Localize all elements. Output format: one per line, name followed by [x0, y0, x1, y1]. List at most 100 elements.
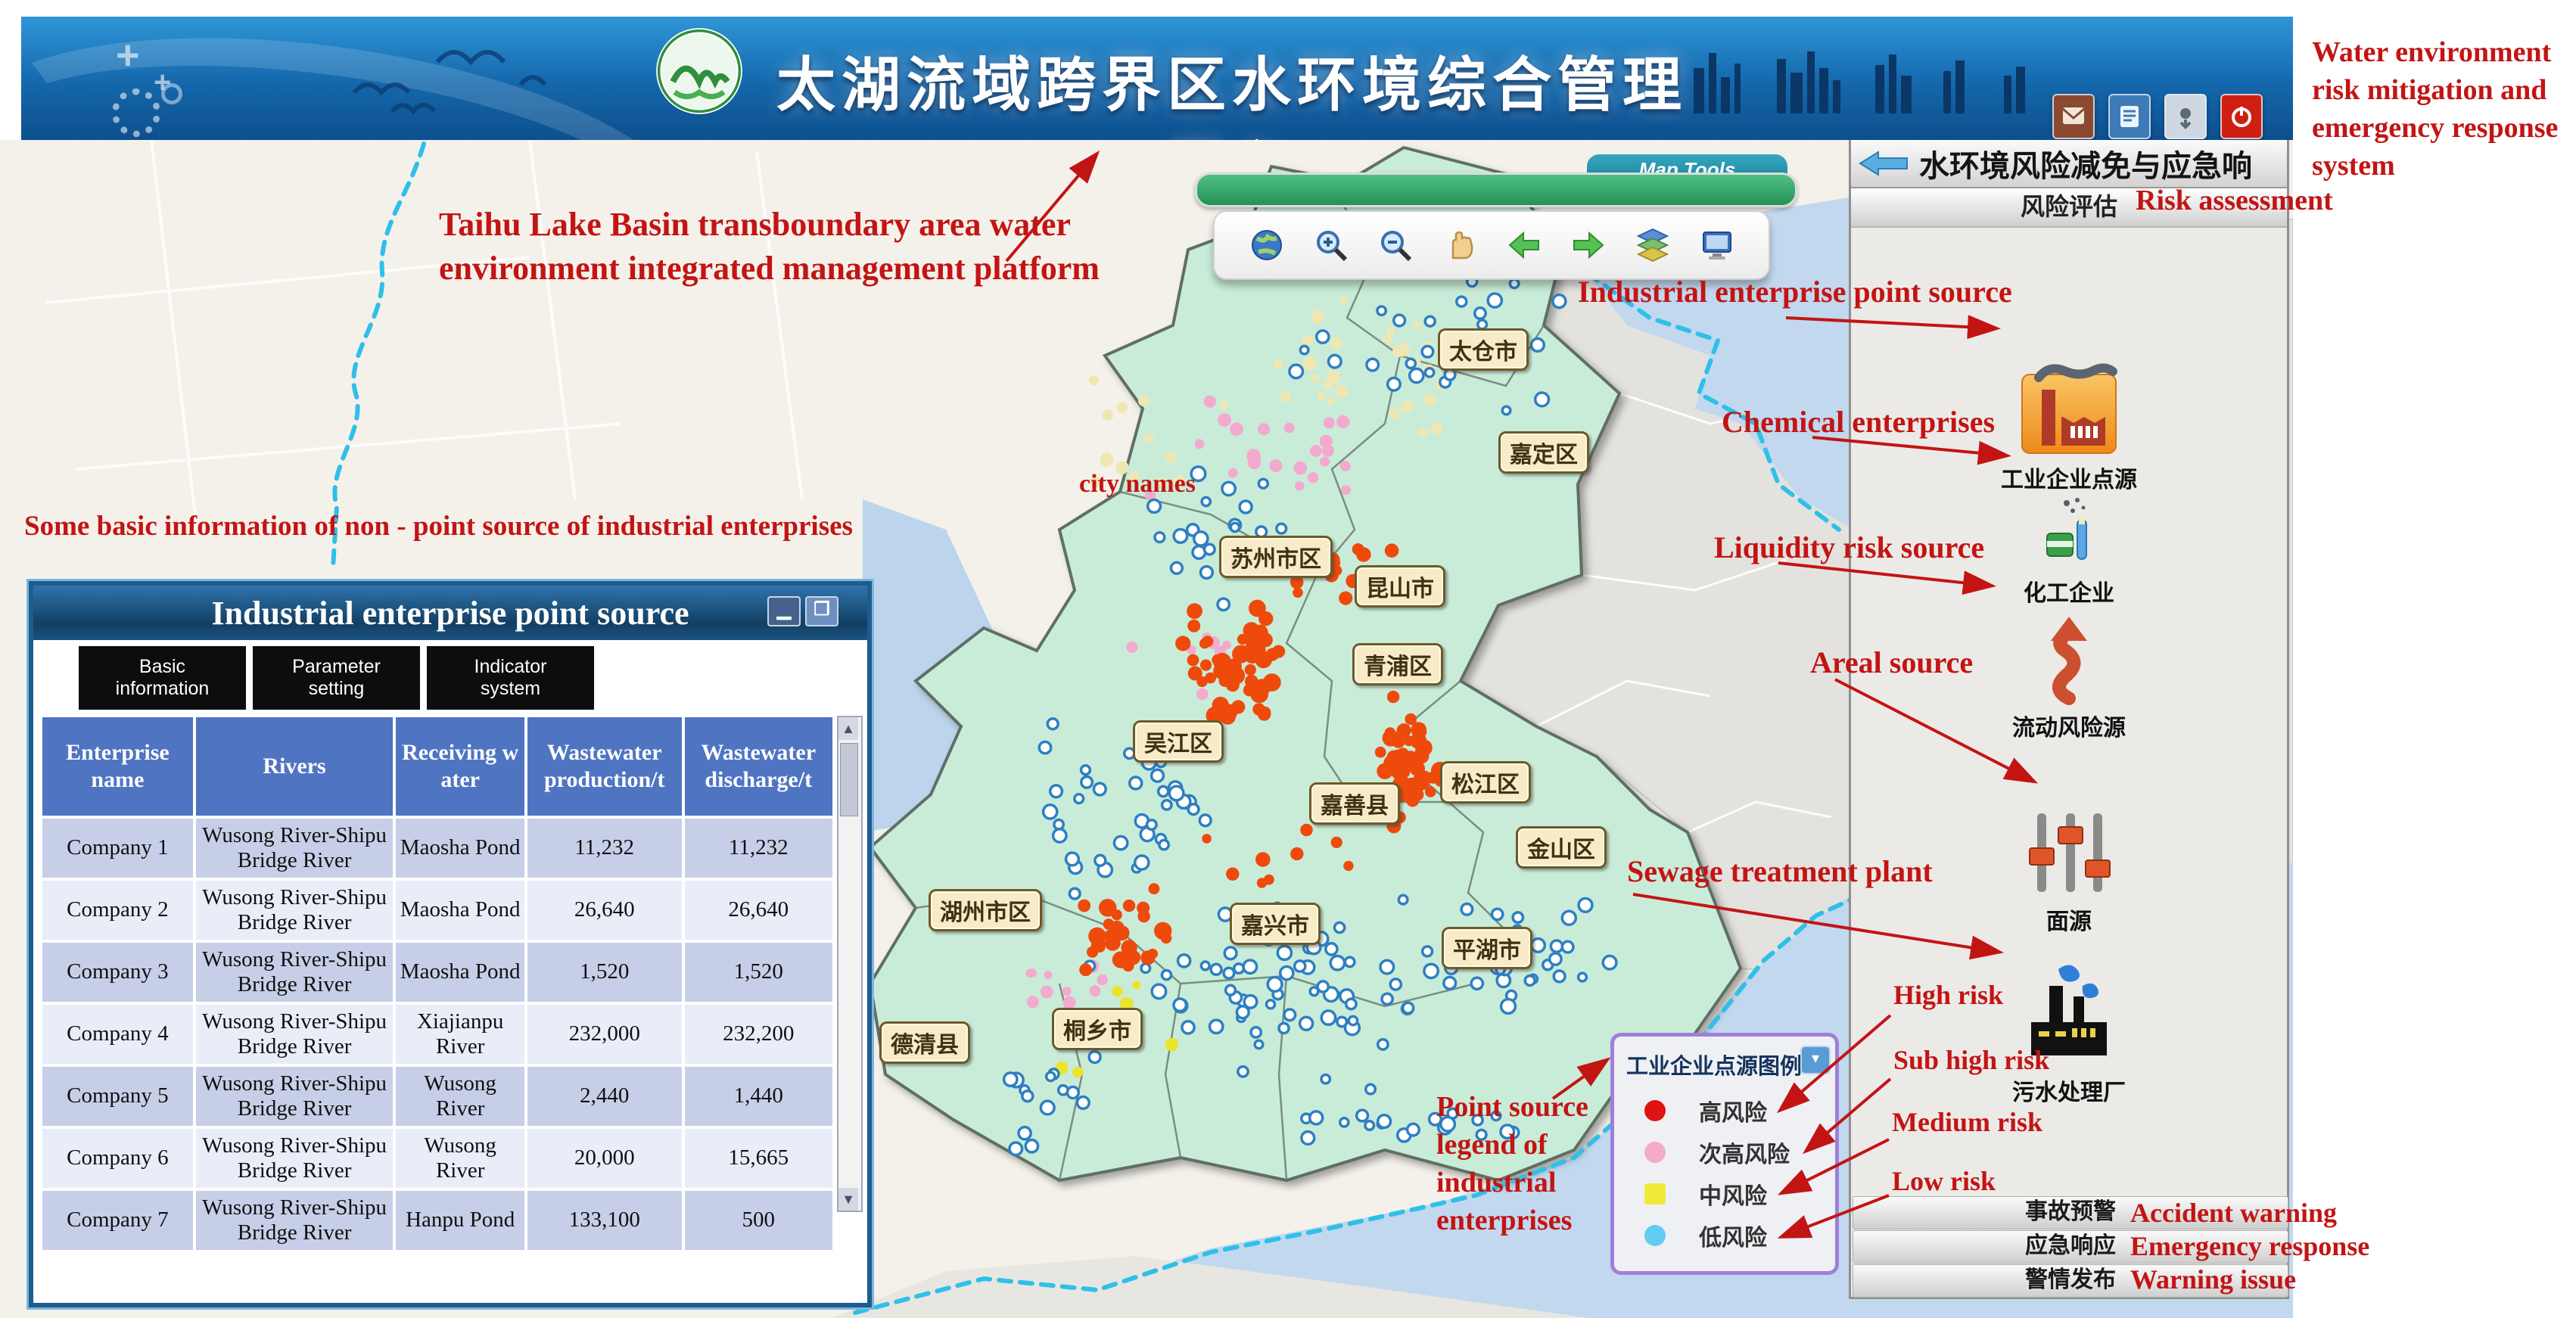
sub-high-risk-dot: [1341, 485, 1351, 495]
low-risk-dot: [1295, 961, 1305, 971]
low-risk-dot: [1398, 895, 1408, 904]
low-risk-dot: [1340, 1118, 1349, 1127]
risk-assessment-note: Risk assessment: [2136, 182, 2333, 219]
low-risk-dot: [1095, 855, 1106, 866]
enterprise-table: Enterprise nameRiversReceiving waterWast…: [39, 714, 835, 1253]
medium-risk-dot: [1112, 986, 1123, 997]
power-icon[interactable]: [2220, 94, 2263, 139]
screen-icon[interactable]: [1697, 225, 1737, 265]
high-risk-dot: [1175, 636, 1190, 651]
zoom-in-icon[interactable]: [1311, 225, 1351, 265]
table-row[interactable]: Company 6Wusong River-Shipu Bridge River…: [41, 1127, 834, 1189]
emergency-note: Emergency response: [2130, 1229, 2369, 1265]
city-label: 金山区: [1516, 826, 1607, 869]
medium-risk-dot: [1335, 384, 1349, 398]
low-risk-dot: [1390, 979, 1401, 990]
back-arrow-icon[interactable]: [1859, 150, 1910, 177]
sub-high-risk-dot: [1230, 422, 1243, 436]
back-arrow-icon[interactable]: [1504, 225, 1544, 265]
low-risk-dot: [1403, 1002, 1414, 1013]
column-header[interactable]: Rivers: [194, 716, 395, 817]
low-risk-dot: [1010, 1142, 1022, 1155]
low-risk-dot: [1174, 999, 1186, 1011]
close-button[interactable]: ❐: [805, 596, 838, 626]
high-risk-dot: [1224, 669, 1238, 683]
low-risk-dot: [1054, 820, 1063, 829]
low-risk-dot: [1310, 987, 1318, 996]
sub-high-risk-dot: [1026, 969, 1034, 978]
sub-high-risk-dot: [1218, 413, 1231, 427]
low-risk-dot: [1224, 968, 1234, 978]
message-icon[interactable]: [2052, 94, 2095, 139]
column-header[interactable]: Receiving water: [394, 716, 526, 817]
table-scrollbar[interactable]: ▲ ▼: [837, 716, 863, 1212]
table-row[interactable]: Company 5Wusong River-Shipu Bridge River…: [41, 1065, 834, 1127]
low-risk-dot: [1182, 1021, 1194, 1034]
medium-risk-dot: [1318, 392, 1326, 400]
low-risk-dot: [1388, 378, 1401, 391]
legend-circle-marker: [1644, 1142, 1666, 1163]
warning-issue-note: Warning issue: [2130, 1262, 2296, 1298]
globe-icon[interactable]: [1247, 225, 1286, 265]
high-risk-dot: [1411, 779, 1421, 790]
low-risk-dot: [1488, 294, 1501, 307]
table-cell: Maosha Pond: [394, 817, 526, 879]
low-risk-dot: [1152, 984, 1166, 999]
high-risk-dot: [1123, 900, 1135, 912]
legend-label: 低风险: [1699, 1219, 1767, 1252]
low-risk-dot: [1205, 544, 1215, 555]
column-header[interactable]: Wastewater production/t: [526, 716, 683, 817]
table-cell: Wusong River-Shipu Bridge River: [194, 1127, 395, 1189]
high-risk-dot: [1414, 748, 1430, 763]
scroll-down-icon[interactable]: ▼: [838, 1188, 858, 1211]
zoom-out-icon[interactable]: [1376, 225, 1415, 265]
app-title: 太湖流域跨界区水环境综合管理平台: [763, 38, 1701, 140]
table-row[interactable]: Company 4Wusong River-Shipu Bridge River…: [41, 1003, 834, 1065]
minimize-button[interactable]: ▁: [767, 596, 801, 626]
low-risk-dot: [1445, 369, 1455, 380]
low-risk-dot: [1210, 1020, 1223, 1033]
city-label: 嘉善县: [1309, 782, 1400, 825]
table-cell: Wusong River: [394, 1127, 526, 1189]
low-risk-dot: [1280, 967, 1293, 980]
high-risk-dot: [1202, 834, 1212, 844]
legend-title: 工业企业点源图例: [1626, 1049, 1802, 1080]
legend-collapse-button[interactable]: ▾: [1800, 1046, 1831, 1074]
tab-basic-information[interactable]: Basicinformation: [79, 646, 246, 710]
window-titlebar[interactable]: Industrial enterprise point source ▁ ❐: [33, 586, 867, 640]
download-icon[interactable]: [2164, 94, 2207, 139]
banner-quick-icons: [2052, 94, 2263, 139]
sub-high-risk-dot: [1310, 445, 1322, 457]
chemical-note: Chemical enterprises: [1722, 403, 1995, 443]
low-risk-dot: [1243, 960, 1256, 973]
scroll-up-icon[interactable]: ▲: [838, 717, 858, 740]
tab-parameter-setting[interactable]: Parametersetting: [253, 646, 420, 710]
medium-risk-dot: [1340, 297, 1349, 305]
high-risk-dot: [1258, 611, 1273, 626]
pan-hand-icon[interactable]: [1440, 225, 1479, 265]
high-risk-dot: [1252, 703, 1265, 715]
low-risk-dot: [1377, 306, 1386, 315]
high-risk-dot: [1196, 676, 1207, 687]
forward-arrow-icon[interactable]: [1569, 225, 1608, 265]
high-risk-dot: [1109, 921, 1124, 935]
scroll-thumb[interactable]: [840, 743, 858, 816]
low-risk-dot: [1394, 315, 1405, 326]
table-row[interactable]: Company 3Wusong River-Shipu Bridge River…: [41, 941, 834, 1003]
medium-risk-dot: [1327, 398, 1335, 406]
tab-indicator-system[interactable]: Indicatorsystem: [427, 646, 594, 710]
notes-icon[interactable]: [2108, 94, 2151, 139]
high-risk-dot: [1212, 697, 1229, 713]
table-row[interactable]: Company 2Wusong River-Shipu Bridge River…: [41, 879, 834, 941]
layers-icon[interactable]: [1633, 225, 1672, 265]
low-risk-dot: [1178, 955, 1190, 967]
table-row[interactable]: Company 7Wusong River-Shipu Bridge River…: [41, 1189, 834, 1251]
low-risk-dot: [1258, 479, 1268, 488]
medium-risk-dot: [1383, 335, 1392, 343]
low-risk-dot: [1222, 482, 1235, 495]
column-header[interactable]: Wastewater discharge/t: [683, 716, 835, 817]
table-row[interactable]: Company 1Wusong River-Shipu Bridge River…: [41, 817, 834, 879]
column-header[interactable]: Enterprise name: [41, 716, 194, 817]
high-risk-dot: [1272, 645, 1285, 658]
low-risk-dot: [1019, 1127, 1031, 1139]
